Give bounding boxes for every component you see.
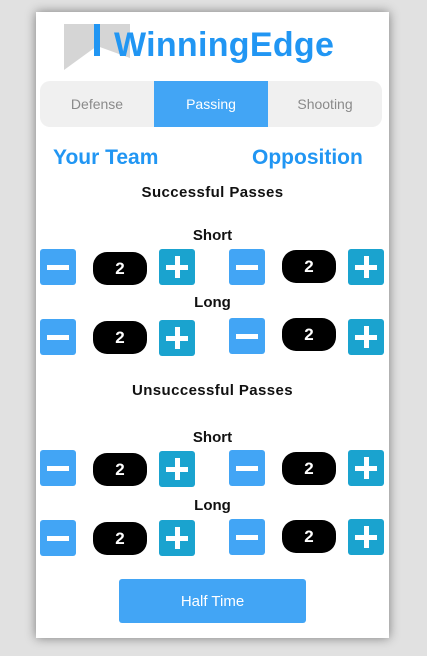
row-label-long: Long [194, 294, 231, 311]
opp-unsuccessful-short-plus-button[interactable] [348, 450, 384, 486]
your-unsuccessful-short-plus-button[interactable] [159, 451, 195, 487]
opposition-heading: Opposition [252, 146, 363, 169]
minus-icon [236, 466, 258, 471]
minus-icon [236, 334, 258, 339]
app-title: WinningEdge [114, 26, 335, 64]
your-unsuccessful-long-plus-button[interactable] [159, 520, 195, 556]
opp-unsuccessful-short-minus-button[interactable] [229, 450, 265, 486]
row-label-short: Short [192, 429, 233, 446]
tab-bar: Defense Passing Shooting [40, 81, 382, 127]
opp-unsuccessful-long-plus-button[interactable] [348, 519, 384, 555]
your-unsuccessful-short-minus-button[interactable] [40, 450, 76, 486]
row-label-long: Long [194, 497, 231, 514]
tab-passing[interactable]: Passing [154, 81, 268, 127]
section-title-successful: Successful Passes [141, 184, 284, 201]
opp-unsuccessful-long-minus-button[interactable] [229, 519, 265, 555]
app-card: WinningEdge Defense Passing Shooting You… [36, 12, 389, 638]
your-successful-short-minus-button[interactable] [40, 249, 76, 285]
your-successful-long-minus-button[interactable] [40, 319, 76, 355]
your-successful-short-plus-button[interactable] [159, 249, 195, 285]
tab-defense[interactable]: Defense [40, 81, 154, 127]
minus-icon [47, 466, 69, 471]
opp-successful-long-plus-button[interactable] [348, 319, 384, 355]
opp-successful-short-minus-button[interactable] [229, 249, 265, 285]
minus-icon [236, 535, 258, 540]
your-unsuccessful-short-counter: 2 [93, 453, 147, 486]
section-title-unsuccessful: Unsuccessful Passes [131, 382, 294, 399]
tab-shooting[interactable]: Shooting [268, 81, 382, 127]
opp-successful-long-minus-button[interactable] [229, 318, 265, 354]
opp-unsuccessful-long-counter: 2 [282, 520, 336, 553]
opp-successful-long-counter: 2 [282, 318, 336, 351]
opp-unsuccessful-short-counter: 2 [282, 452, 336, 485]
opp-successful-short-plus-button[interactable] [348, 249, 384, 285]
your-successful-short-counter: 2 [93, 252, 147, 285]
minus-icon [47, 265, 69, 270]
row-label-short: Short [192, 227, 233, 244]
your-team-heading: Your Team [53, 146, 159, 169]
half-time-button[interactable]: Half Time [119, 579, 306, 623]
opp-successful-short-counter: 2 [282, 250, 336, 283]
minus-icon [47, 335, 69, 340]
your-successful-long-counter: 2 [93, 321, 147, 354]
minus-icon [236, 265, 258, 270]
your-unsuccessful-long-counter: 2 [93, 522, 147, 555]
minus-icon [47, 536, 69, 541]
your-unsuccessful-long-minus-button[interactable] [40, 520, 76, 556]
your-successful-long-plus-button[interactable] [159, 320, 195, 356]
